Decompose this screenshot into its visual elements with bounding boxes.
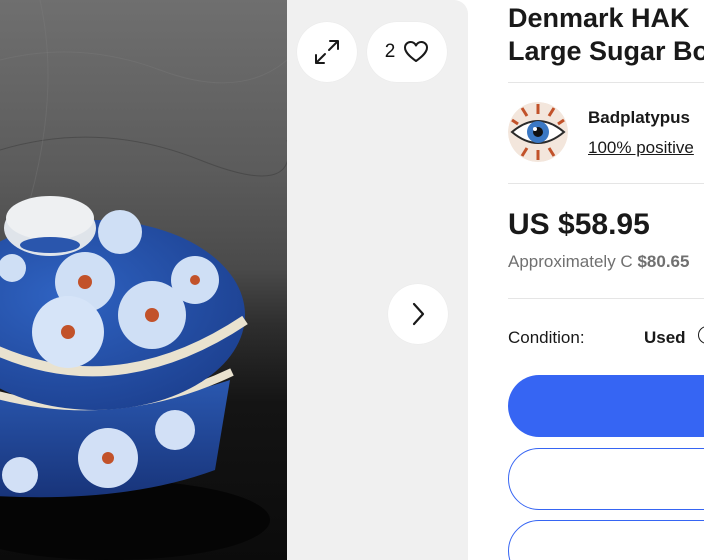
divider [508,82,704,83]
expand-arrows-icon [315,40,339,64]
eye-avatar-icon [508,102,568,162]
add-to-cart-button[interactable] [508,448,704,510]
item-price: US $58.95 [508,208,650,241]
watch-button[interactable]: 2 [367,22,447,82]
condition-label: Condition: [508,328,585,347]
product-photo[interactable] [0,0,287,560]
listing-details: Denmark HAK Large Sugar Bo Badplatypus 1… [508,0,704,560]
sugar-bowl-image [0,0,287,560]
image-gallery: 2 [0,0,468,560]
seller-avatar[interactable] [508,102,568,162]
chevron-right-icon [412,302,425,326]
divider [508,183,704,184]
seller-feedback-link[interactable]: 100% positive [588,138,694,158]
divider [508,298,704,299]
approx-value: $80.65 [637,252,690,271]
expand-image-button[interactable] [297,22,357,82]
listing-title: Denmark HAK Large Sugar Bo [508,2,704,68]
approx-prefix: Approximately C [508,252,633,271]
seller-name[interactable]: Badplatypus [588,108,690,128]
title-line-1: Denmark HAK [508,3,690,33]
watchlist-button[interactable] [508,520,704,560]
info-icon[interactable] [698,326,704,344]
condition-value: Used [644,328,686,347]
watch-count: 2 [384,41,396,62]
approx-price: Approximately C $80.65 [508,252,689,272]
heart-icon [404,41,429,62]
next-image-button[interactable] [388,284,448,344]
buy-it-now-button[interactable] [508,375,704,437]
title-line-2: Large Sugar Bo [508,36,704,66]
